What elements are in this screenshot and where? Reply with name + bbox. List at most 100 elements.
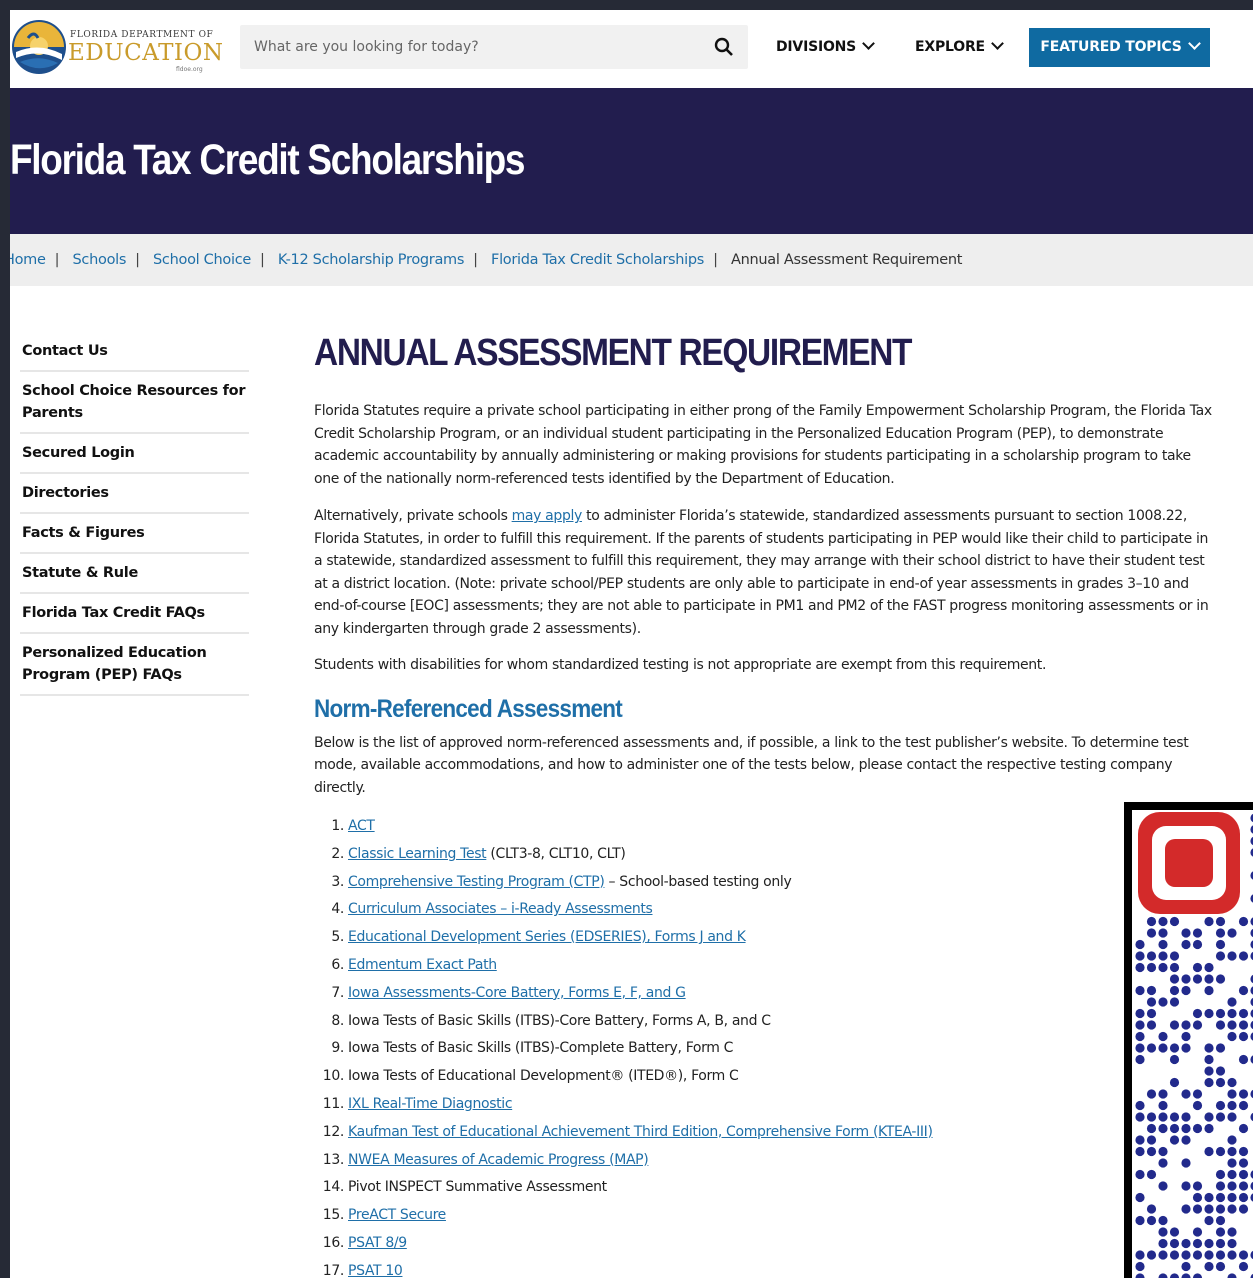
may-apply-link[interactable]: may apply	[512, 508, 583, 524]
test-publisher-link[interactable]: Curriculum Associates – i-Ready Assessme…	[348, 901, 653, 917]
qr-dot	[1227, 1250, 1237, 1260]
test-list-item: 14. Pivot INSPECT Summative Assessment	[314, 1174, 1214, 1202]
breadcrumb-florida-tax-credit[interactable]: Florida Tax Credit Scholarships	[491, 252, 704, 268]
test-publisher-link[interactable]: PreACT Secure	[348, 1207, 446, 1223]
qr-dot	[1204, 1261, 1214, 1272]
qr-dot	[1204, 1238, 1214, 1249]
sidebar-item-florida-tax-credit-faqs[interactable]: Florida Tax Credit FAQs	[20, 594, 249, 634]
page: FLORIDA DEPARTMENT OF EDUCATION fldoe.or…	[10, 10, 1253, 1278]
nav-featured-topics-button[interactable]: FEATURED TOPICS	[1029, 28, 1210, 67]
qr-dot	[1238, 1020, 1249, 1030]
qr-dot	[1192, 974, 1203, 984]
list-number: 3.	[331, 873, 344, 890]
test-list-item: 16. PSAT 8/9	[314, 1230, 1214, 1258]
qr-dot	[1215, 1169, 1226, 1180]
qr-dot	[1238, 1089, 1249, 1099]
qr-dot	[1238, 1054, 1249, 1065]
nav-explore[interactable]: EXPLORE	[915, 37, 1004, 55]
breadcrumb-school-choice[interactable]: School Choice	[153, 252, 251, 268]
list-number: 9.	[331, 1040, 344, 1057]
breadcrumb-separator: |	[260, 252, 265, 268]
sidebar-item-school-choice-resources[interactable]: School Choice Resources for Parents	[20, 372, 249, 434]
qr-code-graphic	[1135, 812, 1253, 1278]
qr-dot	[1135, 1031, 1145, 1042]
qr-dot	[1158, 1273, 1168, 1278]
qr-dot	[1146, 1215, 1157, 1226]
qr-dot	[1158, 1100, 1168, 1111]
qr-dot	[1204, 962, 1214, 973]
nav-featured-label: FEATURED TOPICS	[1040, 39, 1182, 55]
list-number: 16.	[322, 1234, 345, 1251]
qr-dot	[1238, 1204, 1249, 1214]
qr-dot	[1204, 1146, 1214, 1157]
fldoe-emblem-icon	[12, 20, 66, 74]
norm-referenced-paragraph: Below is the list of approved norm-refer…	[314, 734, 1189, 796]
qr-dot	[1146, 951, 1157, 961]
qr-dot	[1204, 916, 1214, 927]
qr-dot	[1215, 1250, 1226, 1260]
qr-dot	[1192, 1273, 1203, 1278]
qr-dot	[1169, 962, 1180, 973]
qr-dot	[1204, 1192, 1214, 1203]
logo-line-1: FLORIDA DEPARTMENT OF	[70, 30, 214, 40]
test-list-item: 1. ACT	[314, 813, 1214, 841]
sidebar-item-secured-login[interactable]: Secured Login	[20, 434, 249, 474]
breadcrumb-schools[interactable]: Schools	[73, 252, 127, 268]
test-publisher-link[interactable]: ACT	[348, 818, 375, 834]
test-publisher-link[interactable]: Kaufman Test of Educational Achievement …	[348, 1124, 933, 1140]
sidebar-item-pep-faqs[interactable]: Personalized Education Program (PEP) FAQ…	[20, 634, 249, 696]
test-description: Iowa Tests of Educational Development® (…	[348, 1068, 739, 1085]
qr-dot	[1169, 1250, 1180, 1260]
test-publisher-link[interactable]: Classic Learning Test	[348, 846, 487, 862]
qr-dot	[1238, 1008, 1249, 1019]
qr-dot	[1204, 1043, 1214, 1053]
qr-dot	[1181, 1123, 1191, 1134]
sidebar-item-contact-us[interactable]: Contact Us	[20, 332, 249, 372]
nav-explore-label: EXPLORE	[915, 39, 985, 55]
test-publisher-link[interactable]: Edmentum Exact Path	[348, 957, 497, 973]
test-publisher-link[interactable]: NWEA Measures of Academic Progress (MAP)	[348, 1152, 649, 1168]
qr-dot	[1227, 1238, 1237, 1249]
sidebar-item-statute-rule[interactable]: Statute & Rule	[20, 554, 249, 594]
chevron-down-icon	[1187, 37, 1201, 50]
test-publisher-link[interactable]: IXL Real-Time Diagnostic	[348, 1096, 513, 1112]
sidebar-item-facts-figures[interactable]: Facts & Figures	[20, 514, 249, 554]
search-input[interactable]	[254, 25, 694, 69]
qr-dot	[1181, 939, 1191, 950]
list-number: 11.	[322, 1095, 345, 1112]
qr-dot	[1146, 997, 1157, 1007]
test-publisher-link[interactable]: PSAT 8/9	[348, 1235, 407, 1251]
qr-dot	[1227, 1089, 1237, 1099]
breadcrumb-k12-scholarship-programs[interactable]: K-12 Scholarship Programs	[278, 252, 465, 268]
qr-dot	[1146, 1250, 1157, 1260]
qr-dot	[1238, 951, 1249, 961]
qr-dot	[1215, 1227, 1226, 1237]
breadcrumb: Home | Schools | School Choice | K-12 Schol…	[10, 234, 1253, 286]
test-list-item: 6. Edmentum Exact Path	[314, 952, 1214, 980]
qr-dot	[1192, 1089, 1203, 1099]
qr-dot	[1146, 1020, 1157, 1030]
qr-dot	[1215, 928, 1226, 938]
qr-dot	[1227, 1100, 1237, 1111]
search-icon[interactable]	[714, 37, 734, 57]
list-number: 7.	[331, 984, 344, 1001]
qr-dot	[1169, 1238, 1180, 1249]
test-publisher-link[interactable]: Comprehensive Testing Program (CTP)	[348, 874, 605, 890]
disabilities-paragraph: Students with disabilities for whom stan…	[314, 657, 1047, 673]
test-publisher-link[interactable]: Iowa Assessments-Core Battery, Forms E, …	[348, 985, 686, 1001]
qr-code-overlay	[1124, 802, 1253, 1278]
chevron-down-icon	[862, 37, 875, 50]
qr-dot	[1227, 997, 1237, 1007]
sidebar-item-directories[interactable]: Directories	[20, 474, 249, 514]
qr-dot	[1204, 1204, 1214, 1214]
test-publisher-link[interactable]: Educational Development Series (EDSERIES…	[348, 929, 746, 945]
test-publisher-link[interactable]: PSAT 10	[348, 1263, 403, 1278]
fldoe-logo[interactable]: FLORIDA DEPARTMENT OF EDUCATION fldoe.or…	[10, 16, 223, 78]
qr-dot	[1215, 1043, 1226, 1053]
qr-dot	[1192, 1123, 1203, 1134]
breadcrumb-home[interactable]: Home	[10, 252, 46, 268]
breadcrumb-separator: |	[135, 252, 140, 268]
qr-dot	[1181, 1020, 1191, 1030]
qr-dot	[1135, 1250, 1145, 1260]
nav-divisions[interactable]: DIVISIONS	[776, 37, 875, 55]
